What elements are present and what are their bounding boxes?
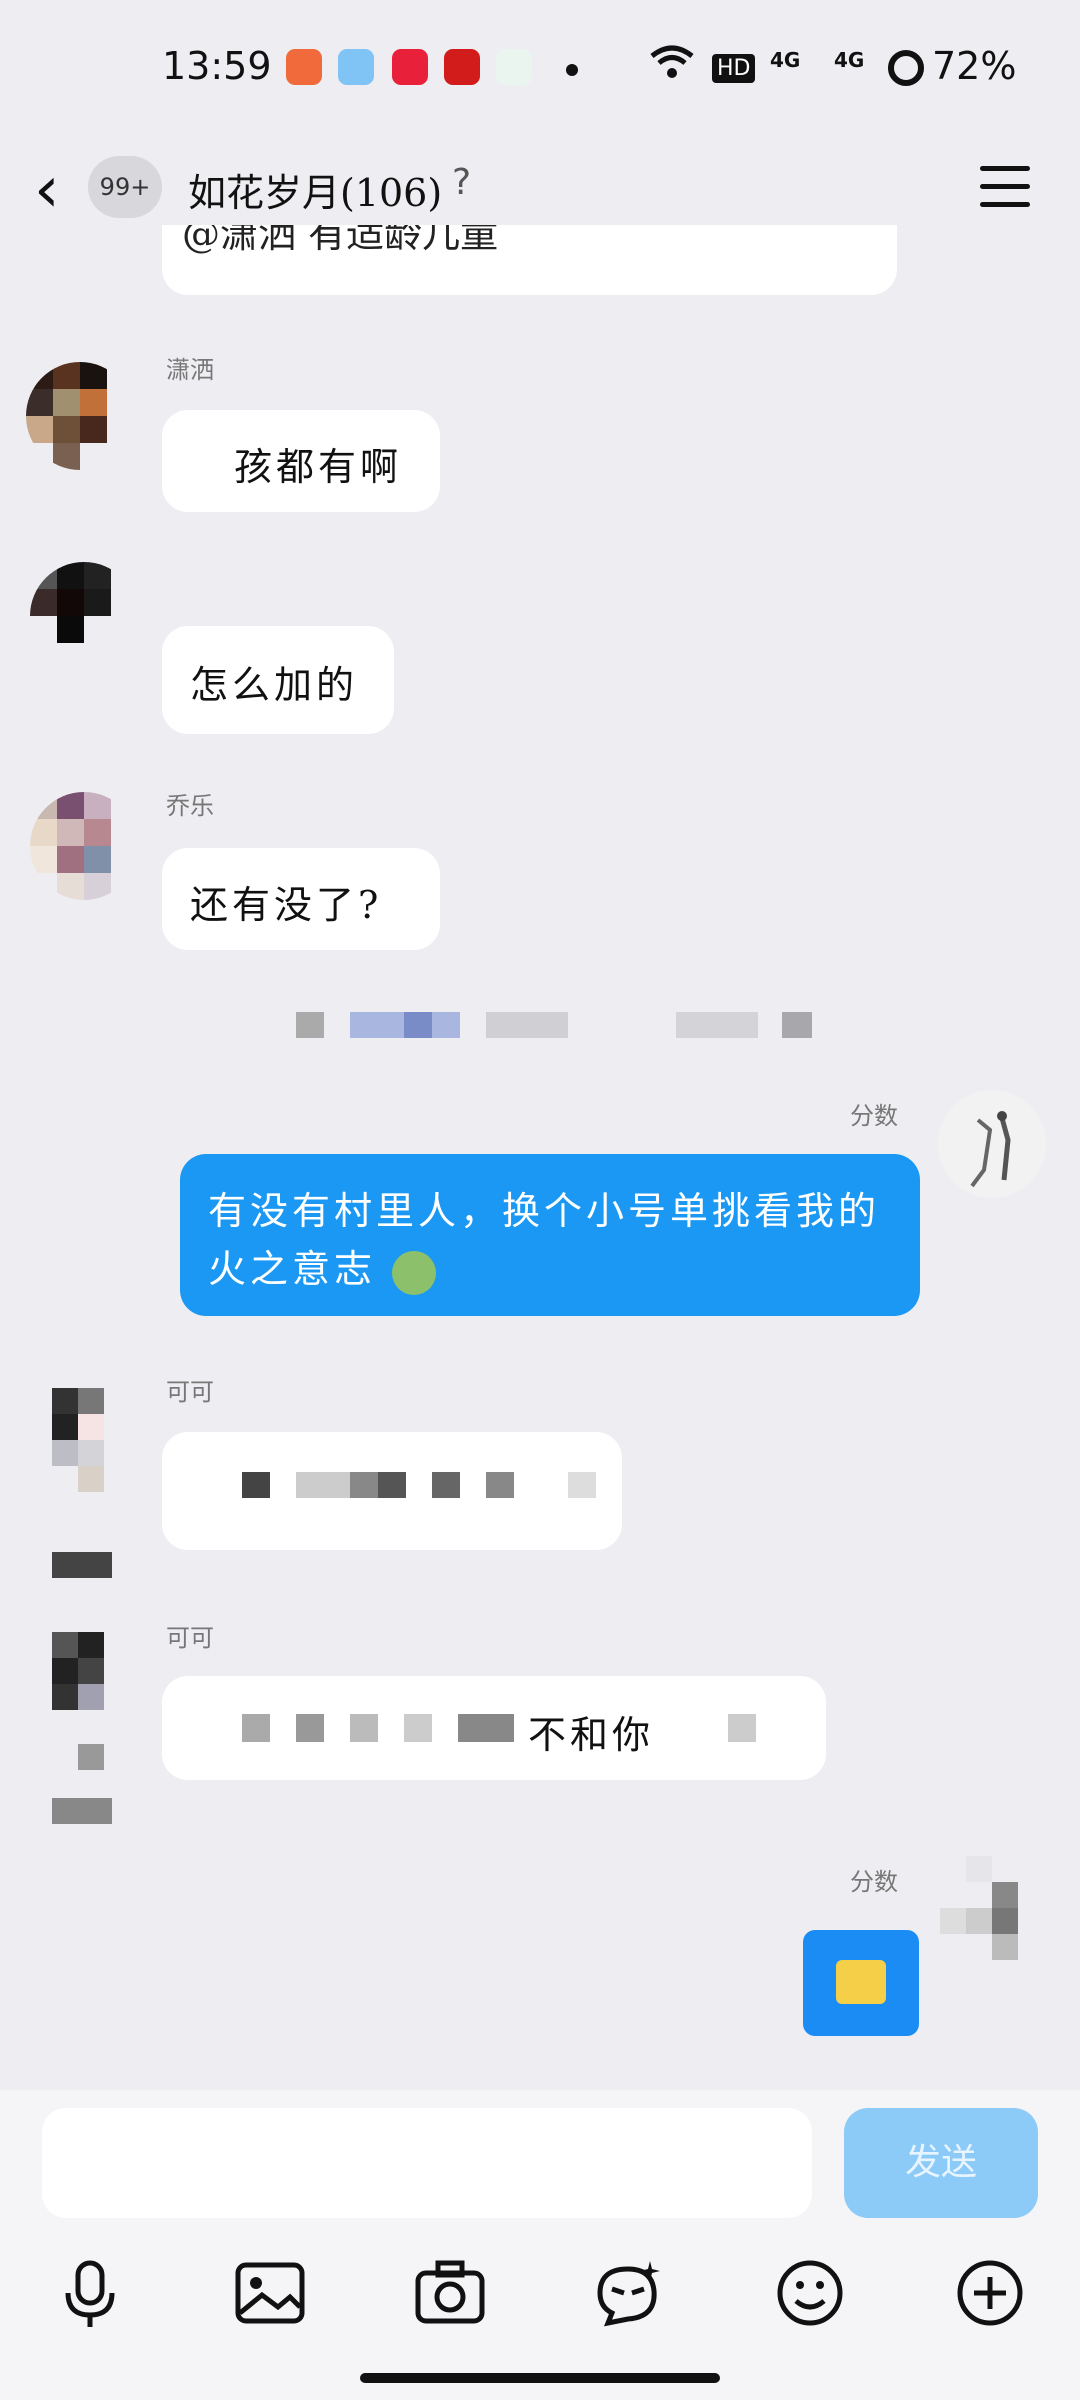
avatar[interactable]	[30, 792, 138, 900]
dog-emoji-icon	[392, 1250, 437, 1295]
clock: 13:59	[162, 44, 272, 88]
battery-level: 72%	[932, 44, 1017, 88]
magic-emoji-icon[interactable]	[590, 2255, 666, 2331]
signal-4g-icon-2: 4G	[834, 48, 865, 72]
microphone-icon[interactable]	[52, 2255, 128, 2331]
sender-name: 潇洒	[166, 356, 214, 384]
notification-dot-icon	[566, 64, 578, 76]
message-text: 不和你	[528, 1713, 655, 1757]
camera-icon[interactable]	[412, 2255, 488, 2331]
signal-4g-icon: 4G	[770, 48, 801, 72]
game-app-icon	[286, 49, 322, 85]
message-bubble[interactable]: 怎么加的	[162, 626, 394, 734]
message-bubble-pixelated[interactable]	[162, 1432, 622, 1550]
sender-name: 乔乐	[166, 792, 214, 820]
send-button[interactable]: 发送	[844, 2108, 1038, 2218]
message-bubble[interactable]: 还有没了?	[162, 848, 440, 950]
message-bubble[interactable]: 孩都有啊	[162, 410, 440, 512]
ear-icon[interactable]: ?	[452, 162, 471, 203]
sender-name: 分数	[850, 1102, 898, 1130]
sender-name: 可可	[166, 1624, 214, 1652]
message-bubble-partial[interactable]: @潇洒 有适龄儿童	[162, 225, 897, 295]
avatar[interactable]	[52, 1388, 132, 1580]
my-avatar-pixelated[interactable]	[940, 1856, 1048, 1986]
hd-icon: HD	[712, 54, 756, 83]
sender-name: 可可	[166, 1378, 214, 1406]
rabbit-app-icon	[338, 49, 374, 85]
my-avatar[interactable]	[938, 1090, 1046, 1198]
sender-name: 分数	[850, 1868, 898, 1896]
sticker-message[interactable]	[803, 1930, 919, 2036]
message-input[interactable]	[42, 2108, 812, 2218]
smiley-icon[interactable]	[772, 2255, 848, 2331]
back-arrow-icon[interactable]: ‹	[34, 158, 60, 222]
message-bubble[interactable]: 不和你	[162, 1676, 826, 1780]
message-text: 有没有村里人，换个小号单挑看我的火之意志	[208, 1189, 881, 1291]
plus-icon[interactable]	[952, 2255, 1028, 2331]
home-indicator[interactable]	[360, 2373, 720, 2383]
avatar[interactable]	[30, 562, 138, 670]
group-title[interactable]: 如花岁月(106)	[188, 162, 442, 217]
study-app-icon	[444, 49, 480, 85]
status-bar: 13:59 HD 4G 4G 72%	[0, 0, 1080, 140]
battery-icon	[888, 50, 924, 86]
my-message-bubble[interactable]: 有没有村里人，换个小号单挑看我的火之意志	[180, 1154, 920, 1316]
message-text: 还有没了?	[190, 883, 383, 927]
avatar[interactable]	[26, 362, 134, 470]
input-area: 发送	[0, 2090, 1080, 2400]
image-icon[interactable]	[232, 2255, 308, 2331]
sticker-face-icon	[836, 1960, 886, 2004]
wifi-icon	[650, 44, 694, 88]
avatar[interactable]	[52, 1632, 132, 1824]
music-app-icon	[392, 49, 428, 85]
message-text: 孩都有啊	[234, 445, 403, 489]
unread-badge[interactable]: 99+	[88, 156, 162, 218]
message-text: 怎么加的	[190, 663, 359, 707]
mobile-app-icon	[496, 49, 532, 85]
menu-icon[interactable]	[980, 166, 1030, 208]
